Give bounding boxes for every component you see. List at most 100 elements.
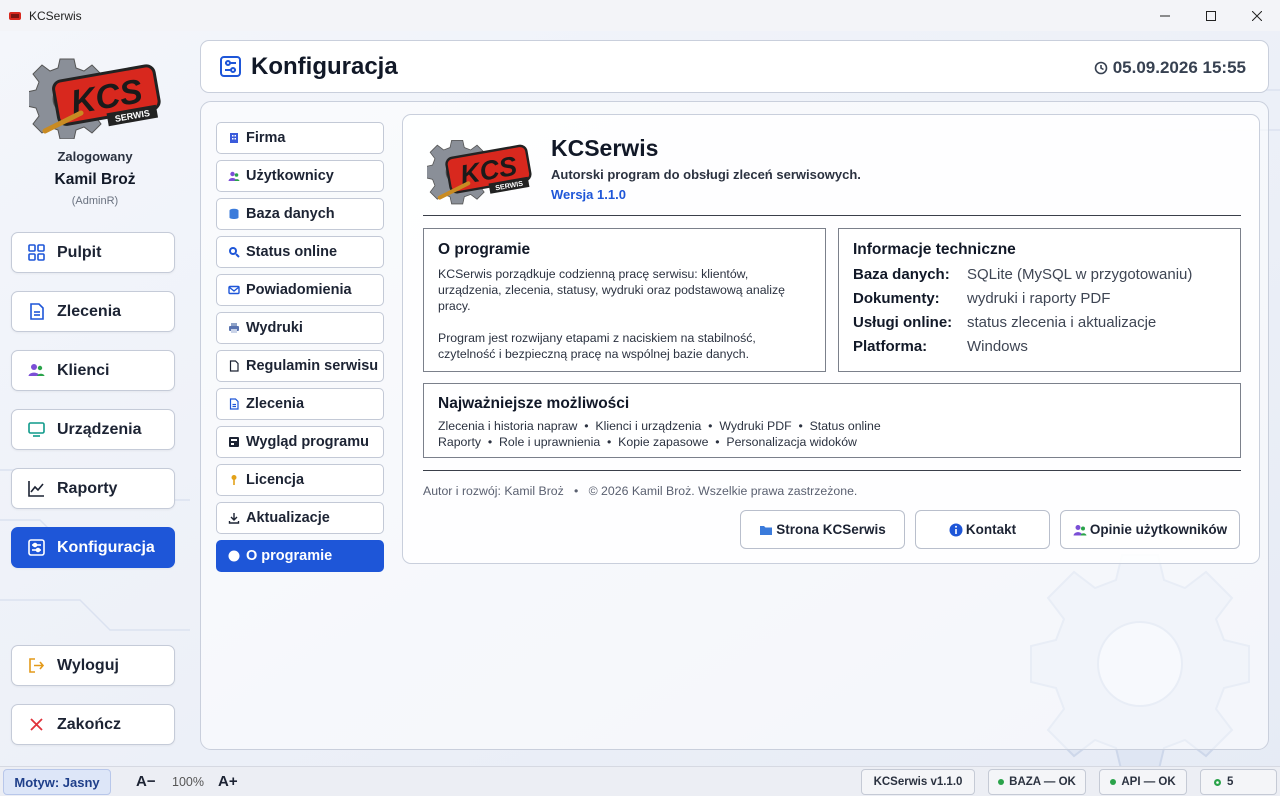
features-line-2: Raporty • Role i uprawnienia • Kopie zap… bbox=[438, 435, 857, 449]
db-status-badge: BAZA — OK bbox=[988, 769, 1086, 795]
tech-row: Dokumenty: wydruki i raporty PDF bbox=[853, 290, 1111, 307]
nav-label: Urządzenia bbox=[57, 420, 142, 438]
nav-klienci[interactable]: Klienci bbox=[11, 350, 175, 391]
settings-panel-icon bbox=[220, 56, 241, 77]
document-icon bbox=[27, 302, 46, 321]
subnav-firma[interactable]: Firma bbox=[216, 122, 384, 154]
maximize-button[interactable] bbox=[1188, 0, 1234, 31]
app-name: KCSerwis bbox=[551, 135, 659, 161]
contact-button[interactable]: Kontakt bbox=[915, 510, 1050, 549]
subnav-label: Regulamin serwisu bbox=[246, 358, 379, 374]
subnav-label: O programie bbox=[246, 548, 333, 564]
user-name: Kamil Broż bbox=[54, 171, 136, 188]
tech-row: Baza danych: SQLite (MySQL w przygotowani… bbox=[853, 266, 1193, 283]
subnav-label: Licencja bbox=[246, 472, 305, 488]
reviews-button[interactable]: Opinie użytkowników bbox=[1060, 510, 1240, 549]
program-paragraph-1: KCSerwis porządkuje codzienną pracę serw… bbox=[438, 267, 785, 313]
app-version: Wersja 1.1.0 bbox=[551, 187, 626, 202]
subnav-label: Baza danych bbox=[246, 206, 335, 222]
exit-label: Zakończ bbox=[57, 715, 122, 733]
minimize-button[interactable] bbox=[1142, 0, 1188, 31]
logout-label: Wyloguj bbox=[57, 656, 119, 674]
subnav-o-programie[interactable]: O programie bbox=[216, 540, 384, 572]
nav-pulpit[interactable]: Pulpit bbox=[11, 232, 175, 273]
circle-icon bbox=[228, 550, 240, 562]
status-dot-icon bbox=[1110, 779, 1117, 785]
exit-button[interactable]: Zakończ bbox=[11, 704, 175, 745]
nav-label: Raporty bbox=[57, 479, 118, 497]
chart-icon bbox=[27, 479, 46, 498]
program-paragraph-2: Program jest rozwijany etapami z naciski… bbox=[438, 331, 756, 361]
tech-row: Platforma: Windows bbox=[853, 338, 1028, 355]
subnav-status-online[interactable]: Status online bbox=[216, 236, 384, 268]
nav-label: Pulpit bbox=[57, 243, 102, 261]
app-subtitle: Autorski program do obsługi zleceń serwi… bbox=[551, 167, 861, 182]
gear-icon bbox=[1213, 778, 1222, 787]
subnav-aktualizacje[interactable]: Aktualizacje bbox=[216, 502, 384, 534]
database-icon bbox=[228, 208, 240, 220]
nav-label: Klienci bbox=[57, 361, 110, 379]
box-title: Informacje techniczne bbox=[853, 241, 1016, 258]
subnav-label: Status online bbox=[246, 244, 338, 260]
monitor-icon bbox=[27, 420, 46, 439]
subnav-label: Zlecenia bbox=[246, 396, 305, 412]
features-line-1: Zlecenia i historia napraw • Klienci i u… bbox=[438, 419, 881, 433]
page-header: Konfiguracja 05.09.2026 15:55 bbox=[200, 40, 1269, 93]
user-role: (AdminR) bbox=[71, 195, 119, 207]
close-window-button[interactable] bbox=[1234, 0, 1280, 31]
nav-zlecenia[interactable]: Zlecenia bbox=[11, 291, 175, 332]
nav-label: Konfiguracja bbox=[57, 538, 155, 556]
palette-icon bbox=[228, 436, 240, 448]
subnav-label: Użytkownicy bbox=[246, 168, 334, 184]
api-status-badge: API — OK bbox=[1099, 769, 1187, 795]
version-badge: KCSerwis v1.1.0 bbox=[861, 769, 975, 795]
subnav-regulamin[interactable]: Regulamin serwisu bbox=[216, 350, 384, 382]
website-button[interactable]: Strona KCSerwis bbox=[740, 510, 905, 549]
status-bar: Motyw: Jasny A− 100% A+ KCSerwis v1.1.0 … bbox=[0, 766, 1280, 796]
notification-badge[interactable]: 5 bbox=[1200, 769, 1277, 795]
sidebar: KCS SERWIS Zalogowany Kamil Broż (AdminR… bbox=[0, 31, 190, 766]
logout-button[interactable]: Wyloguj bbox=[11, 645, 175, 686]
page-icon bbox=[228, 360, 240, 372]
zoom-out-button[interactable]: A− bbox=[136, 773, 156, 790]
kcs-logo: KCS SERWIS bbox=[427, 140, 532, 205]
about-panel: KCS SERWIS KCSerwis Autorski program do … bbox=[402, 114, 1260, 564]
subnav-label: Powiadomienia bbox=[246, 282, 352, 298]
subnav-baza-danych[interactable]: Baza danych bbox=[216, 198, 384, 230]
features-box: Najważniejsze możliwości Zlecenia i hist… bbox=[423, 383, 1241, 458]
box-title: O programie bbox=[438, 241, 531, 258]
window-title: KCSerwis bbox=[29, 8, 82, 23]
minimize-icon bbox=[1160, 15, 1170, 16]
maximize-icon bbox=[1206, 10, 1216, 21]
folder-icon bbox=[759, 523, 773, 537]
tech-info-box: Informacje techniczne Baza danych: SQLite… bbox=[838, 228, 1241, 372]
subnav-wyglad[interactable]: Wygląd programu bbox=[216, 426, 384, 458]
box-title: Najważniejsze możliwości bbox=[438, 395, 630, 412]
subnav-label: Wydruki bbox=[246, 320, 303, 336]
settings-panel-icon bbox=[27, 538, 46, 557]
theme-toggle[interactable]: Motyw: Jasny bbox=[3, 769, 111, 795]
datetime-text: 05.09.2026 15:55 bbox=[1112, 58, 1246, 77]
logged-label: Zalogowany bbox=[57, 149, 133, 164]
nav-urzadzenia[interactable]: Urządzenia bbox=[11, 409, 175, 450]
building-icon bbox=[228, 132, 240, 144]
subnav-licencja[interactable]: Licencja bbox=[216, 464, 384, 496]
subnav-powiadomienia[interactable]: Powiadomienia bbox=[216, 274, 384, 306]
subnav-zlecenia[interactable]: Zlecenia bbox=[216, 388, 384, 420]
zoom-in-button[interactable]: A+ bbox=[218, 773, 238, 790]
users-icon bbox=[27, 361, 46, 380]
page-title: Konfiguracja bbox=[251, 53, 398, 80]
printer-icon bbox=[228, 322, 240, 334]
app-icon bbox=[8, 9, 22, 23]
kcs-logo: KCS SERWIS bbox=[29, 58, 161, 139]
grid-icon bbox=[27, 243, 46, 262]
nav-konfiguracja[interactable]: Konfiguracja bbox=[11, 527, 175, 568]
author-line: Autor i rozwój: Kamil Broż • © 2026 Kami… bbox=[423, 484, 858, 498]
subnav-uzytkownicy[interactable]: Użytkownicy bbox=[216, 160, 384, 192]
nav-raporty[interactable]: Raporty bbox=[11, 468, 175, 509]
divider bbox=[423, 215, 1241, 216]
close-icon bbox=[27, 715, 46, 734]
subnav-wydruki[interactable]: Wydruki bbox=[216, 312, 384, 344]
key-icon bbox=[228, 474, 240, 486]
subnav-label: Wygląd programu bbox=[246, 434, 369, 450]
